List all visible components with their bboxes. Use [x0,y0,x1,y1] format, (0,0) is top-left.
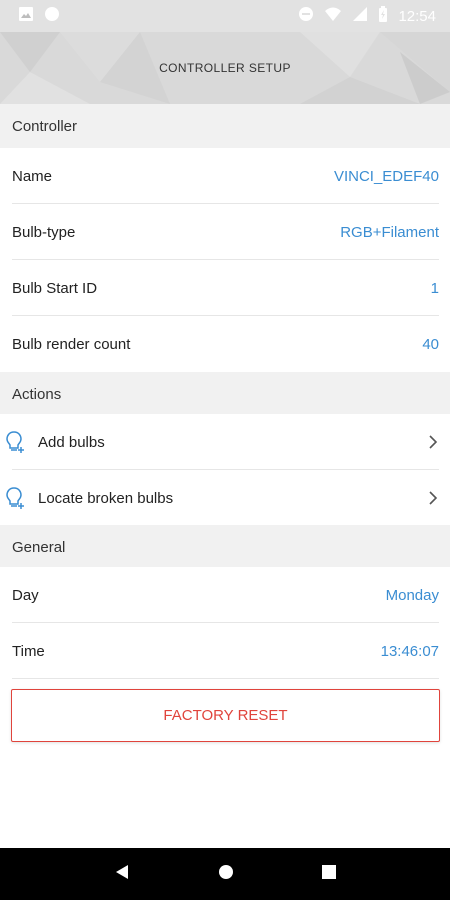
back-icon[interactable] [114,864,130,885]
action-label: Locate broken bulbs [38,489,174,507]
row-value: 13:46:07 [380,642,439,660]
row-label: Bulb Start ID [12,279,98,297]
home-icon[interactable] [218,864,234,885]
row-value: 1 [430,279,439,297]
section-header-controller: Controller [0,104,450,148]
action-add-bulbs[interactable]: Add bulbs [0,414,450,470]
row-value: RGB+Filament [340,223,439,241]
row-label: Time [12,642,45,660]
setting-row-name[interactable]: Name VINCI_EDEF40 [0,148,450,204]
section-header-general: General [0,525,450,569]
row-label: Bulb render count [12,335,131,353]
action-label: Add bulbs [38,433,105,451]
navigation-bar [0,848,450,900]
image-icon [18,6,34,27]
section-header-actions: Actions [0,372,450,416]
bulb-add-icon [6,430,26,454]
setting-row-time[interactable]: Time 13:46:07 [0,623,450,679]
setting-row-bulb-start-id[interactable]: Bulb Start ID 1 [0,260,450,316]
row-label: Bulb-type [12,223,76,241]
signal-icon [352,6,368,27]
status-bar: 12:54 [0,0,450,32]
recents-icon[interactable] [322,864,336,884]
dnd-icon [298,6,314,27]
row-value: VINCI_EDEF40 [333,167,439,185]
page-title: CONTROLLER SETUP [159,61,291,75]
status-time: 12:54 [398,7,436,25]
bulb-add-icon [6,486,26,510]
row-label: Name [12,167,53,185]
setting-row-day[interactable]: Day Monday [0,567,450,623]
action-locate-broken-bulbs[interactable]: Locate broken bulbs [0,470,450,526]
divider [12,678,439,679]
battery-icon [378,5,388,27]
row-value: 40 [422,335,439,353]
wifi-icon [324,6,342,27]
row-value: Monday [385,586,439,604]
circle-icon [44,6,60,27]
setting-row-bulb-type[interactable]: Bulb-type RGB+Filament [0,204,450,260]
chevron-right-icon [427,434,439,450]
chevron-right-icon [427,490,439,506]
row-label: Day [12,586,39,604]
setting-row-bulb-render-count[interactable]: Bulb render count 40 [0,316,450,372]
factory-reset-button[interactable]: FACTORY RESET [11,689,440,742]
app-header: CONTROLLER SETUP [0,32,450,104]
